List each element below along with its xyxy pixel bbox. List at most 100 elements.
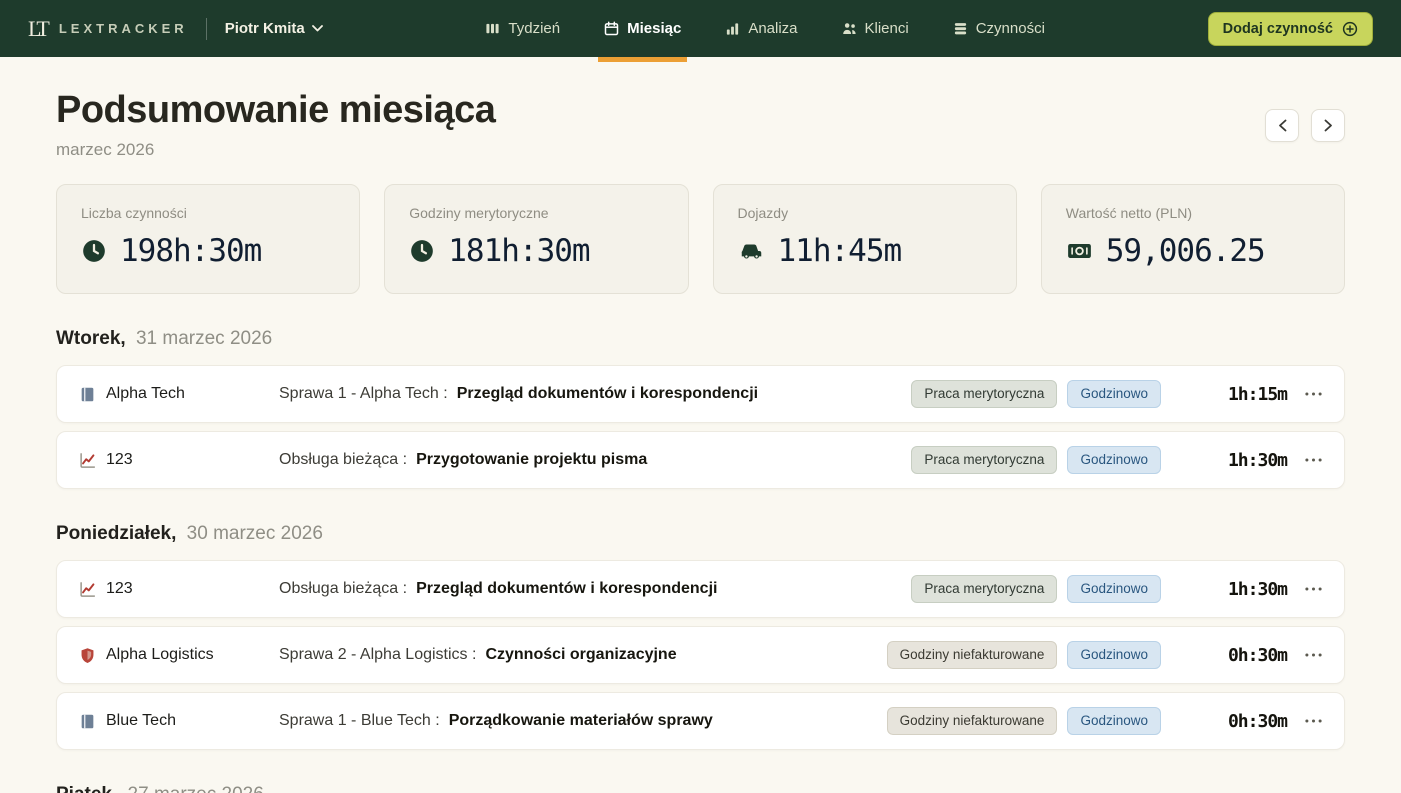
month-pager [1265, 109, 1345, 142]
day-date: 31 marzec 2026 [136, 328, 272, 349]
main-nav: Tydzień Miesiąc Analiza Klienci Czynnośc… [323, 0, 1208, 57]
day-header: Piątek, 27 marzec 2026 [56, 784, 1345, 793]
car-icon [738, 238, 765, 264]
work-type-badge: Praca merytoryczna [911, 380, 1057, 408]
entry-duration: 0h:30m [1195, 711, 1287, 732]
stat-value: 181h:30m [448, 233, 589, 269]
title-block: Podsumowanie miesiąca marzec 2026 [56, 89, 495, 160]
stat-value: 59,006.25 [1106, 233, 1265, 269]
nav-label: Miesiąc [627, 20, 681, 37]
entry-duration: 1h:15m [1195, 384, 1287, 405]
banknote-icon [1066, 238, 1093, 264]
add-activity-button[interactable]: Dodaj czynność [1208, 12, 1373, 46]
clients-icon [842, 21, 857, 36]
entry-duration: 0h:30m [1195, 645, 1287, 666]
stat-card-billable-hours: Godziny merytoryczne 181h:30m [384, 184, 688, 294]
stat-card-activities-count: Liczba czynności 198h:30m [56, 184, 360, 294]
client-cell: Blue Tech [79, 712, 279, 730]
day-date: 30 marzec 2026 [187, 523, 323, 544]
client-name: Alpha Logistics [106, 646, 214, 664]
entry-badges: Praca merytoryczna Godzinowo [911, 446, 1161, 474]
client-cell: Alpha Tech [79, 385, 279, 403]
chart-icon [79, 581, 96, 598]
summary-stat-cards: Liczba czynności 198h:30m Godziny meryto… [56, 184, 1345, 294]
top-navigation-bar: LT LEXTRACKER Piotr Kmita Tydzień Miesią… [0, 0, 1401, 57]
chart-icon [79, 452, 96, 469]
user-menu[interactable]: Piotr Kmita [225, 20, 323, 37]
activity-row[interactable]: Alpha Tech Sprawa 1 - Alpha Tech :Przegl… [56, 365, 1345, 423]
more-options-button[interactable] [1299, 450, 1328, 470]
entry-duration: 1h:30m [1195, 579, 1287, 600]
case-label: Obsługa bieżąca : [279, 451, 407, 468]
brand-area: LT LEXTRACKER Piotr Kmita [28, 16, 323, 42]
ellipsis-icon [1305, 458, 1322, 462]
brand-name: LEXTRACKER [59, 21, 188, 36]
activity-row[interactable]: Alpha Logistics Sprawa 2 - Alpha Logisti… [56, 626, 1345, 684]
more-options-button[interactable] [1299, 645, 1328, 665]
stat-card-net-value: Wartość netto (PLN) 59,006.25 [1041, 184, 1345, 294]
stat-card-commutes: Dojazdy 11h:45m [713, 184, 1017, 294]
entry-description: Sprawa 1 - Blue Tech : Porządkowanie mate… [279, 712, 887, 730]
more-options-button[interactable] [1299, 384, 1328, 404]
more-options-button[interactable] [1299, 711, 1328, 731]
next-month-button[interactable] [1311, 109, 1345, 142]
billing-type-badge: Godzinowo [1067, 707, 1161, 735]
activity-row[interactable]: 123 Obsługa bieżąca : Przygotowanie proje… [56, 431, 1345, 489]
case-label: Sprawa 1 - Blue Tech : [279, 712, 440, 729]
calendar-icon [604, 21, 619, 36]
day-header: Poniedziałek, 30 marzec 2026 [56, 523, 1345, 545]
activity-title: Przygotowanie projektu pisma [416, 451, 647, 468]
chevron-down-icon [312, 25, 323, 32]
nav-label: Analiza [748, 20, 797, 37]
entry-badges: Godziny niefakturowane Godzinowo [887, 641, 1161, 669]
clock-icon [81, 238, 107, 264]
nav-item-czynnosci[interactable]: Czynności [953, 0, 1045, 57]
add-activity-label: Dodaj czynność [1223, 21, 1333, 37]
work-type-badge: Godziny niefakturowane [887, 707, 1058, 735]
activity-row[interactable]: 123 Obsługa bieżąca :Przegląd dokumentów… [56, 560, 1345, 618]
stat-value: 11h:45m [778, 233, 902, 269]
nav-item-analiza[interactable]: Analiza [725, 0, 797, 57]
week-columns-icon [485, 21, 500, 36]
day-header: Wtorek, 31 marzec 2026 [56, 328, 1345, 350]
day-name: Poniedziałek, [56, 523, 176, 544]
stat-value: 198h:30m [120, 233, 261, 269]
chevron-right-icon [1324, 119, 1333, 132]
work-type-badge: Godziny niefakturowane [887, 641, 1058, 669]
nav-item-miesiac[interactable]: Miesiąc [604, 0, 681, 57]
nav-item-tydzien[interactable]: Tydzień [485, 0, 560, 57]
entry-description: Obsługa bieżąca : Przygotowanie projektu … [279, 451, 911, 469]
activity-title: Przegląd dokumentów i korespondencji [457, 385, 758, 402]
activity-title: Czynności organizacyjne [485, 646, 676, 663]
activity-title: Porządkowanie materiałów sprawy [449, 712, 713, 729]
clock-icon [409, 238, 435, 264]
plus-circle-icon [1342, 21, 1358, 37]
entry-description: Sprawa 2 - Alpha Logistics :Czynności or… [279, 646, 887, 664]
more-options-button[interactable] [1299, 579, 1328, 599]
page-title: Podsumowanie miesiąca [56, 89, 495, 132]
entry-description: Sprawa 1 - Alpha Tech :Przegląd dokument… [279, 385, 911, 403]
client-name: 123 [106, 451, 133, 469]
header-divider [206, 18, 207, 40]
entry-duration: 1h:30m [1195, 450, 1287, 471]
client-cell: 123 [79, 580, 279, 598]
user-name: Piotr Kmita [225, 20, 305, 37]
case-label: Obsługa bieżąca : [279, 580, 407, 597]
client-cell: Alpha Logistics [79, 646, 279, 664]
billing-type-badge: Godzinowo [1067, 446, 1161, 474]
billing-type-badge: Godzinowo [1067, 575, 1161, 603]
stat-label: Godziny merytoryczne [409, 205, 663, 221]
stat-label: Wartość netto (PLN) [1066, 205, 1320, 221]
stat-label: Liczba czynności [81, 205, 335, 221]
entry-description: Obsługa bieżąca :Przegląd dokumentów i k… [279, 580, 911, 598]
activity-row[interactable]: Blue Tech Sprawa 1 - Blue Tech : Porządko… [56, 692, 1345, 750]
prev-month-button[interactable] [1265, 109, 1299, 142]
nav-label: Czynności [976, 20, 1045, 37]
book-icon [79, 386, 96, 403]
logo-mark: LT [28, 16, 47, 42]
page-subtitle: marzec 2026 [56, 140, 495, 160]
nav-item-klienci[interactable]: Klienci [842, 0, 909, 57]
bar-chart-icon [725, 21, 740, 36]
day-date: 27 marzec 2026 [128, 784, 264, 793]
ellipsis-icon [1305, 587, 1322, 591]
